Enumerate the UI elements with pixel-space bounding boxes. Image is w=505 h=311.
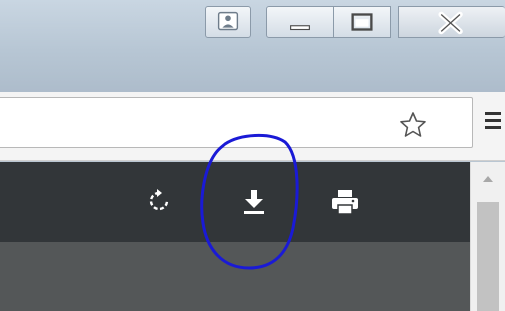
close-button[interactable] bbox=[398, 6, 505, 38]
document-area[interactable] bbox=[0, 242, 470, 311]
minimize-icon bbox=[290, 25, 310, 31]
minimize-button[interactable] bbox=[266, 6, 334, 38]
maximize-button[interactable] bbox=[333, 6, 391, 38]
vertical-scrollbar[interactable] bbox=[470, 162, 505, 311]
maximize-icon bbox=[351, 13, 373, 31]
rotate-icon[interactable] bbox=[146, 188, 172, 214]
window-frame bbox=[0, 0, 505, 93]
viewer-toolbar bbox=[0, 162, 470, 242]
scrollbar-thumb[interactable] bbox=[477, 202, 499, 311]
address-bar[interactable] bbox=[0, 97, 473, 148]
print-icon[interactable] bbox=[330, 188, 360, 216]
close-icon bbox=[438, 11, 463, 35]
scroll-up-arrow-icon[interactable] bbox=[471, 162, 505, 192]
profile-button[interactable] bbox=[205, 6, 251, 38]
download-icon[interactable] bbox=[240, 186, 268, 216]
hamburger-menu-icon[interactable] bbox=[484, 110, 502, 132]
browser-toolbar bbox=[0, 92, 505, 161]
user-profile-icon bbox=[217, 11, 239, 31]
star-icon[interactable] bbox=[398, 110, 428, 140]
